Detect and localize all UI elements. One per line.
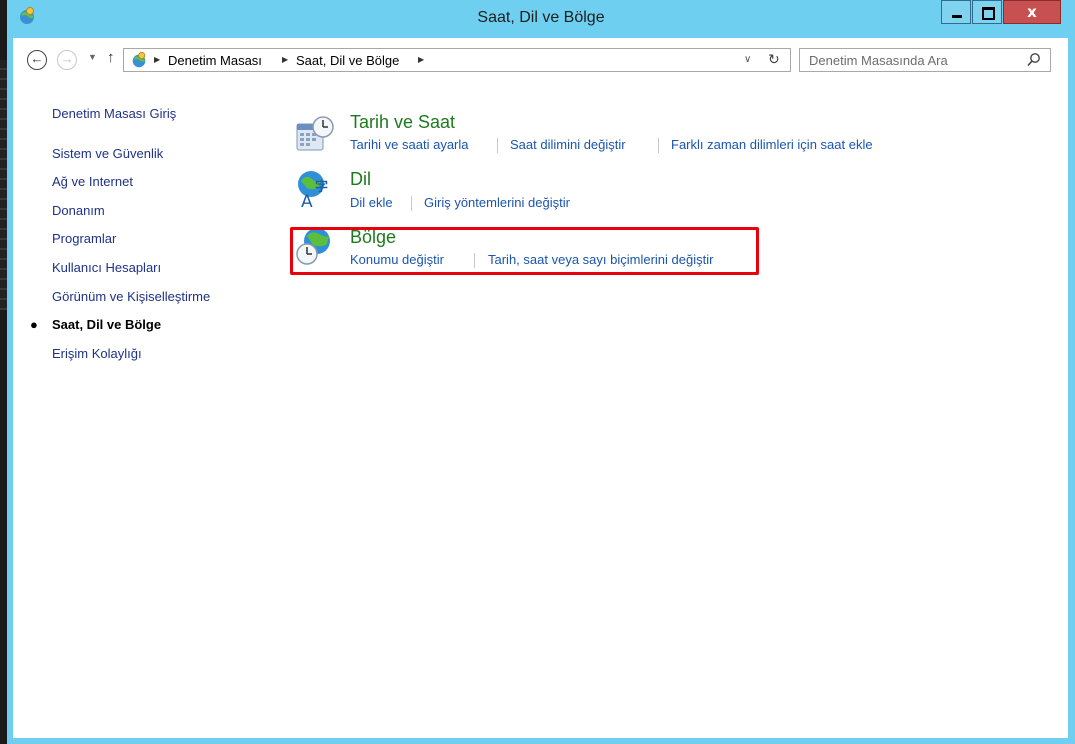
link-farkli-zaman-dilimleri[interactable]: Farklı zaman dilimleri için saat ekle xyxy=(671,137,873,152)
search-input[interactable]: Denetim Masasında Ara xyxy=(799,48,1051,72)
link-saat-dilimini-degistir[interactable]: Saat dilimini değiştir xyxy=(510,137,626,152)
desktop-background xyxy=(0,0,7,744)
svg-text:A: A xyxy=(301,192,313,209)
sidebar-item-erisim-kolayligi[interactable]: Erişim Kolaylığı xyxy=(52,346,142,361)
highlight-annotation-box xyxy=(290,227,759,275)
control-panel-window: Saat, Dil ve Bölge x ← → ▼ ↑ ▶ Denetim M… xyxy=(7,0,1075,744)
window-client-area: ← → ▼ ↑ ▶ Denetim Masası ▶ Saat, Dil ve … xyxy=(13,38,1068,738)
link-dil-ekle[interactable]: Dil ekle xyxy=(350,195,393,210)
address-bar[interactable]: ▶ Denetim Masası ▶ Saat, Dil ve Bölge ▶ … xyxy=(123,48,791,72)
minimize-button[interactable] xyxy=(941,0,971,24)
up-arrow-icon[interactable]: ↑ xyxy=(107,49,115,66)
link-tarihi-ve-saati-ayarla[interactable]: Tarihi ve saati ayarla xyxy=(350,137,469,152)
breadcrumb-separator-icon[interactable]: ▶ xyxy=(282,55,288,64)
control-panel-icon xyxy=(132,51,146,68)
calendar-clock-icon[interactable] xyxy=(295,114,335,154)
navigation-bar: ← → ▼ ↑ ▶ Denetim Masası ▶ Saat, Dil ve … xyxy=(13,38,1068,84)
breadcrumb-denetim-masasi[interactable]: Denetim Masası xyxy=(168,53,262,68)
link-divider xyxy=(658,138,659,153)
title-bar[interactable]: Saat, Dil ve Bölge x xyxy=(7,0,1075,38)
breadcrumb-saat-dil-bolge[interactable]: Saat, Dil ve Bölge xyxy=(296,53,399,68)
category-title-tarih-ve-saat[interactable]: Tarih ve Saat xyxy=(350,112,455,133)
language-globe-icon[interactable]: A 字 xyxy=(295,169,335,209)
maximize-button[interactable] xyxy=(972,0,1002,24)
sidebar-item-donanim[interactable]: Donanım xyxy=(52,203,105,218)
link-giris-yontemlerini-degistir[interactable]: Giriş yöntemlerini değiştir xyxy=(424,195,570,210)
category-title-dil[interactable]: Dil xyxy=(350,169,371,190)
breadcrumb-separator-icon[interactable]: ▶ xyxy=(154,55,160,64)
sidebar-item-sistem-ve-guvenlik[interactable]: Sistem ve Güvenlik xyxy=(52,146,163,161)
sidebar-item-denetim-masasi-giris[interactable]: Denetim Masası Giriş xyxy=(52,106,176,121)
back-button[interactable]: ← xyxy=(27,50,47,70)
search-icon[interactable] xyxy=(1026,52,1042,68)
forward-button[interactable]: → xyxy=(57,50,77,70)
link-divider xyxy=(411,196,412,211)
svg-text:字: 字 xyxy=(315,179,328,195)
sidebar-item-gorunum[interactable]: Görünüm ve Kişiselleştirme xyxy=(52,289,210,304)
sidebar-item-saat-dil-bolge: Saat, Dil ve Bölge xyxy=(52,317,162,332)
close-icon: x xyxy=(1027,3,1037,21)
search-placeholder: Denetim Masasında Ara xyxy=(809,53,948,68)
sidebar-item-programlar[interactable]: Programlar xyxy=(52,231,116,246)
current-item-bullet-icon: ● xyxy=(30,317,38,332)
recent-locations-chevron-icon[interactable]: ▼ xyxy=(88,52,97,62)
sidebar-item-kullanici-hesaplari[interactable]: Kullanıcı Hesapları xyxy=(52,260,161,275)
window-title: Saat, Dil ve Bölge xyxy=(477,9,605,26)
link-divider xyxy=(497,138,498,153)
close-button[interactable]: x xyxy=(1003,0,1061,24)
breadcrumb-separator-icon[interactable]: ▶ xyxy=(418,55,424,64)
address-dropdown-chevron-icon[interactable]: ∨ xyxy=(744,54,751,65)
refresh-icon[interactable]: ↻ xyxy=(768,51,780,68)
sidebar-item-ag-ve-internet[interactable]: Ağ ve Internet xyxy=(52,174,133,189)
